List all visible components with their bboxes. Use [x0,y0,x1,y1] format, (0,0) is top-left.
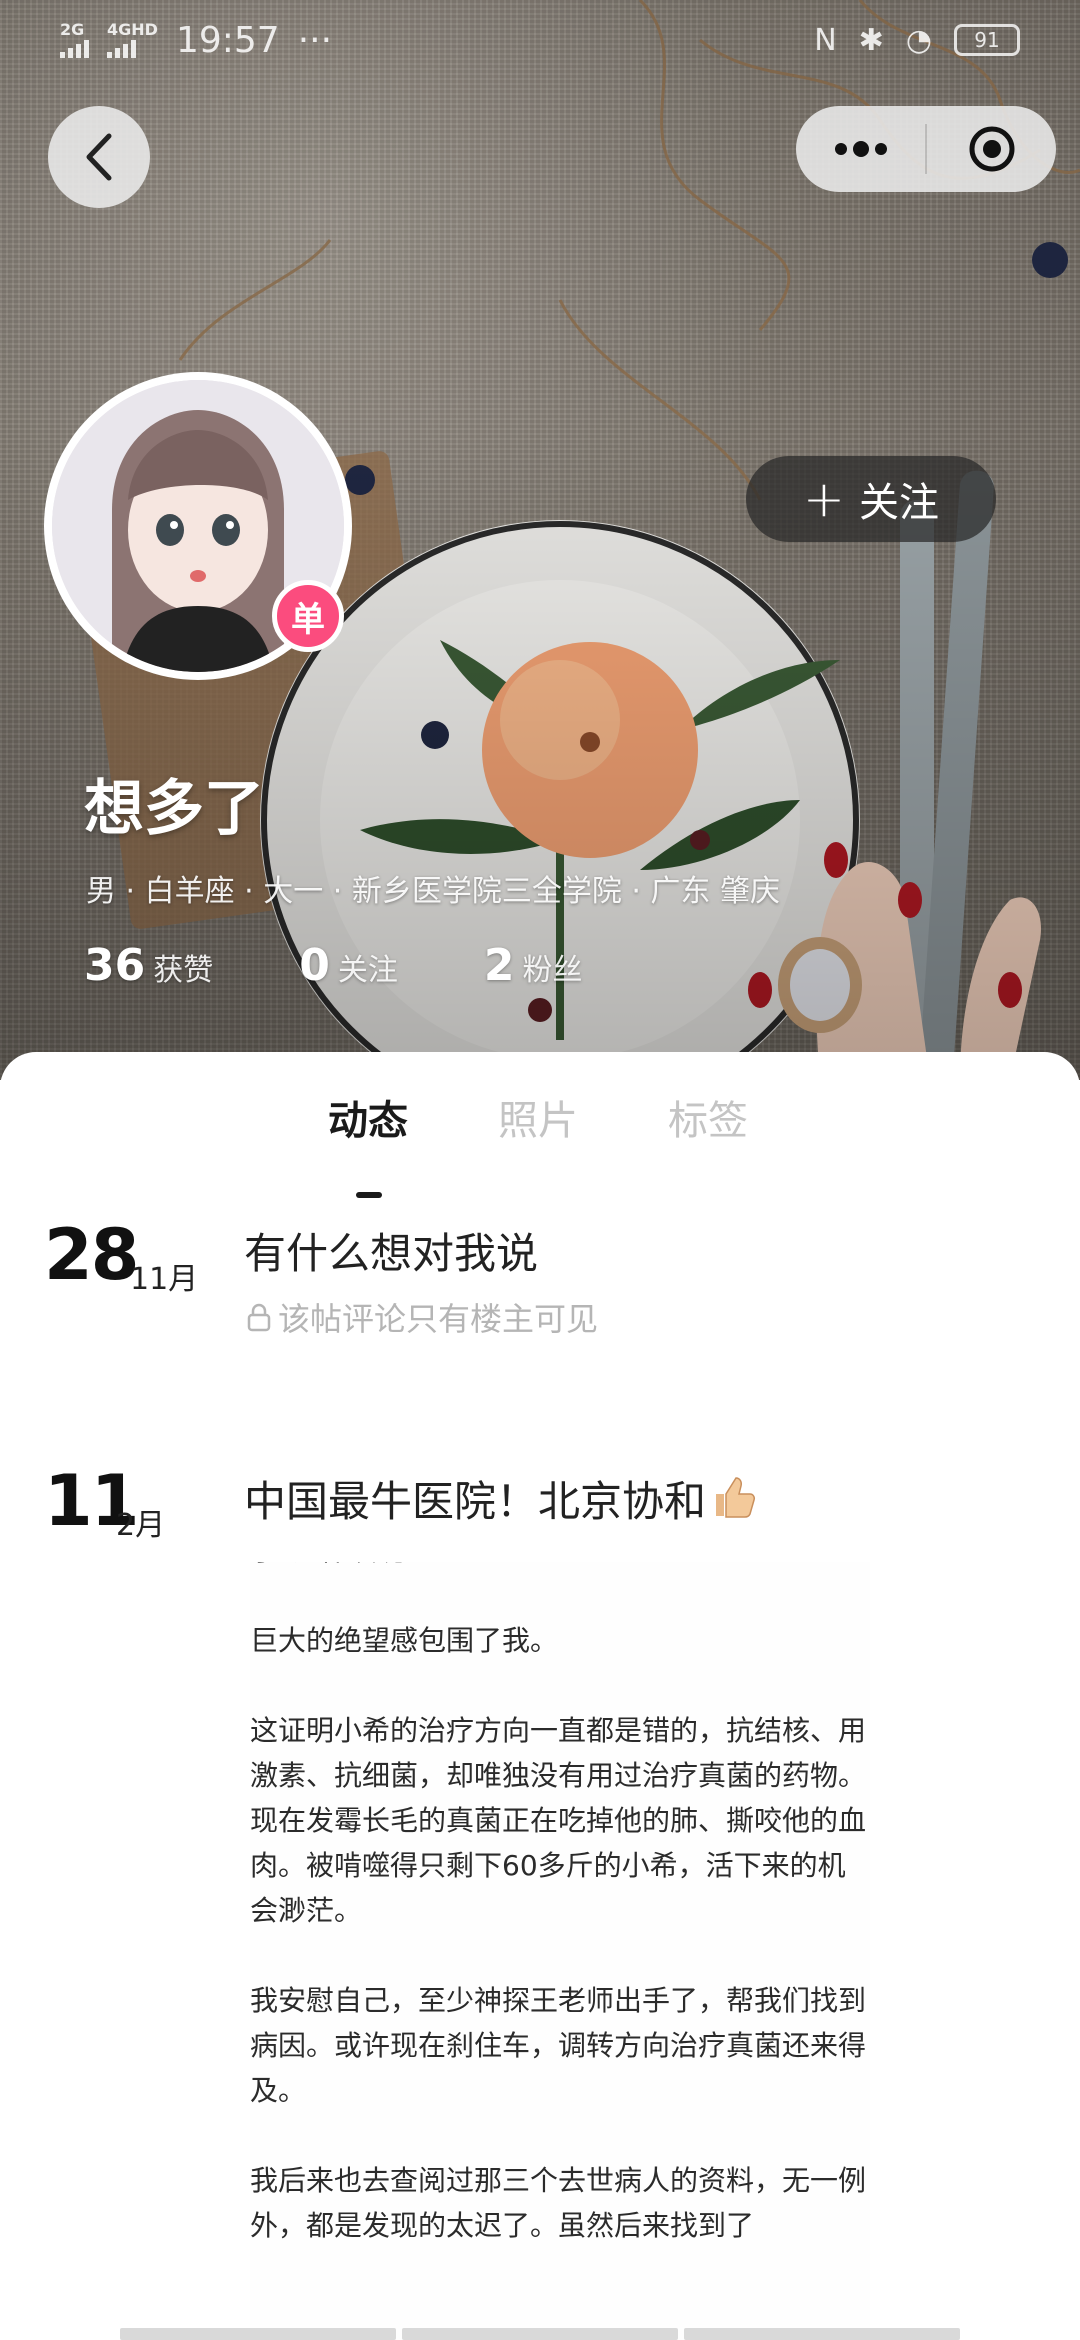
status-bar: 2G 4GHD 19:57 ··· N ✱ ◔ 91 [0,0,1080,80]
user-info: 男 · 白羊座 · 大一 · 新乡医学院三全学院 · 广东 肇庆 [86,874,780,909]
article-paragraph: 我后来也去查阅过那三个去世病人的资料，无一例外，都是发现的太迟了。虽然后来找到了 [250,2164,867,2242]
network-label-1: 2G [60,20,85,39]
thumbs-up-icon [716,1477,756,1518]
tab-tags[interactable]: 标签 [668,1088,748,1146]
article-paragraph: 我安慰自己，至少神探王老师出手了，帮我们找到病因。或许现在刹住车，调转方向治疗真… [250,1984,867,2107]
follow-label: 关注 [858,480,939,526]
post-title-row: 中国最牛医院！北京协和 [244,1468,758,1529]
post-date-month: 11月 [130,1262,199,1297]
tab-indicator [356,1192,382,1198]
battery-level: 91 [974,28,1000,52]
miniapp-capsule [796,106,1056,192]
stat-following[interactable]: 0 关注 [299,940,398,991]
signal-bars-icon [60,38,89,58]
profile-stats: 36 获赞 0 关注 2 粉丝 [84,940,668,991]
tab-posts[interactable]: 动态 [328,1088,408,1146]
chevron-left-icon [86,133,112,181]
follow-button[interactable]: + 关注 [746,456,996,542]
target-circle-icon [969,126,1014,172]
username: 想多了 [84,774,264,844]
privacy-note-text: 该帖评论只有楼主可见 [278,1300,599,1338]
stat-fans-label: 粉丝 [522,953,583,988]
profile-tabs: 动态 照片 标签 [0,1088,1080,1198]
single-badge: 单 [272,580,344,652]
post-privacy-note: 该帖评论只有楼主可见 [246,1294,598,1340]
network-indicator-1: 2G [60,22,89,58]
wifi-icon: ◔ [905,22,932,58]
stat-likes[interactable]: 36 获赞 [84,940,213,991]
lock-icon [247,1303,271,1332]
post-title: 中国最牛医院！北京协和 [244,1477,707,1526]
more-dots-icon [834,141,887,157]
article-paragraph: 巨大的绝望感包围了我。 [250,1624,559,1657]
post-date-day: 28 [44,1214,139,1296]
back-button[interactable] [48,106,150,208]
tab-photos[interactable]: 照片 [498,1088,578,1146]
article-line: 了“人体玫瑰”。 [250,1562,870,1573]
nfc-icon: N [814,22,837,58]
post-item[interactable]: 28 11月 有什么想对我说 该帖评论只有楼主可见 [0,1214,1080,1434]
signal-bars-icon [107,38,136,58]
status-time: 19:57 [175,19,280,61]
status-right: N ✱ ◔ 91 [814,23,1020,58]
stat-likes-value: 36 [84,940,146,991]
battery-icon: 91 [954,24,1020,56]
post-article-image[interactable]: 了“人体玫瑰”。 巨大的绝望感包围了我。 这证明小希的治疗方向一直都是错的，抗结… [250,1562,870,2340]
network-indicator-2: 4GHD [107,22,158,58]
bluetooth-icon: ✱ [858,22,884,58]
stat-likes-label: 获赞 [153,953,214,988]
image-strip [0,2328,1080,2340]
plus-icon: + [803,470,845,528]
status-extra: ··· [297,19,333,61]
content-sheet: 动态 照片 标签 28 11月 有什么想对我说 该帖评论只有楼主可见 11 2月… [0,1052,1080,2340]
article-paragraph: 这证明小希的治疗方向一直都是错的，抗结核、用激素、抗细菌，却唯独没有用过治疗真菌… [250,1714,867,1927]
close-miniapp-button[interactable] [927,106,1056,192]
status-left: 2G 4GHD 19:57 ··· [60,20,332,61]
post-title: 有什么想对我说 [244,1229,539,1278]
more-button[interactable] [796,106,925,192]
stat-fans-value: 2 [483,940,515,991]
post-date-month: 2月 [116,1508,166,1543]
network-label-2: 4GHD [107,20,158,39]
stat-following-label: 关注 [337,953,398,988]
stat-fans[interactable]: 2 粉丝 [484,940,583,991]
stat-following-value: 0 [299,940,330,991]
